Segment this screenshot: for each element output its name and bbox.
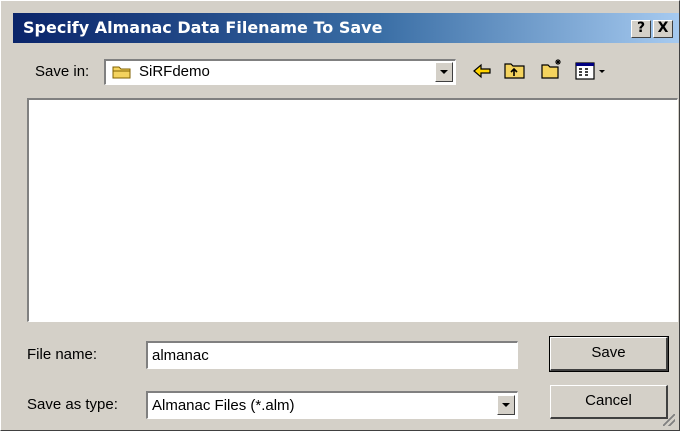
save-as-type-combo[interactable]: Almanac Files (*.alm): [146, 391, 518, 419]
file-name-label: File name:: [27, 346, 98, 363]
save-in-value: SiRFdemo: [139, 63, 210, 80]
up-folder-icon[interactable]: [503, 59, 527, 81]
folder-icon: [112, 66, 131, 79]
save-button[interactable]: Save: [549, 336, 669, 372]
close-button[interactable]: X: [653, 20, 673, 38]
save-in-combo[interactable]: SiRFdemo: [104, 59, 456, 85]
title-bar: Specify Almanac Data Filename To Save: [13, 13, 679, 43]
view-menu-icon[interactable]: [574, 60, 608, 82]
file-list[interactable]: [27, 98, 678, 322]
cancel-button[interactable]: Cancel: [550, 385, 668, 419]
resize-grip[interactable]: [663, 414, 675, 426]
save-dialog: Specify Almanac Data Filename To Save ? …: [0, 0, 680, 431]
save-in-label: Save in:: [35, 63, 90, 80]
save-as-type-dropdown-button[interactable]: [497, 395, 515, 415]
new-folder-icon[interactable]: [540, 58, 564, 80]
back-arrow-icon[interactable]: [470, 60, 494, 82]
save-as-type-label: Save as type:: [27, 396, 118, 413]
file-name-input[interactable]: [146, 341, 518, 369]
window-title: Specify Almanac Data Filename To Save: [23, 18, 383, 37]
save-as-type-value: Almanac Files (*.alm): [152, 397, 295, 414]
help-button[interactable]: ?: [631, 20, 651, 38]
save-in-dropdown-button[interactable]: [435, 62, 453, 82]
